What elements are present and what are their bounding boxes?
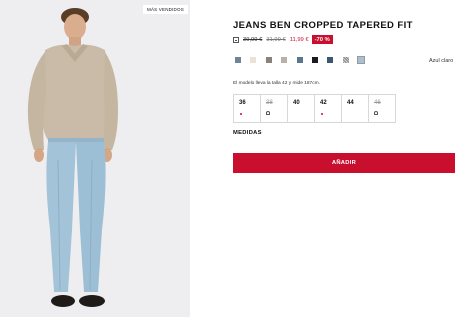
price-row: 39,99 € 31,99 € 11,99 € -70 % xyxy=(233,35,333,44)
size-label: 42 xyxy=(320,100,327,106)
size-label: 36 xyxy=(239,100,246,106)
size-label: 44 xyxy=(347,100,354,106)
size-option[interactable]: 42 xyxy=(315,95,342,122)
color-swatch[interactable] xyxy=(342,57,349,63)
product-photo[interactable]: MÁS VENDIDOS xyxy=(0,0,190,317)
color-swatches xyxy=(235,56,374,64)
size-option[interactable]: 44 xyxy=(342,95,369,122)
model-size-info: El modelo lleva la talla 42 y mide 187cm… xyxy=(233,81,320,86)
measures-link[interactable]: MEDIDAS xyxy=(233,130,262,136)
low-stock-dot-icon xyxy=(240,113,242,115)
low-stock-dot-icon xyxy=(321,113,323,115)
color-swatch[interactable] xyxy=(235,57,241,63)
product-title: JEANS BEN CROPPED TAPERED FIT xyxy=(233,20,413,31)
size-option[interactable]: 46 xyxy=(369,95,395,122)
size-option[interactable]: 38 xyxy=(261,95,288,122)
notify-bell-icon[interactable] xyxy=(266,111,270,115)
size-selector: 36 38 40 42 44 46 xyxy=(233,94,396,123)
selected-color-name: Azul claro xyxy=(429,58,454,64)
color-swatch[interactable] xyxy=(296,57,303,63)
size-label: 38 xyxy=(266,100,273,106)
add-to-cart-button[interactable]: AÑADIR xyxy=(233,153,455,173)
color-swatch[interactable] xyxy=(327,57,334,63)
bestseller-badge: MÁS VENDIDOS xyxy=(143,5,188,14)
size-option[interactable]: 40 xyxy=(288,95,315,122)
size-label: 46 xyxy=(374,100,381,106)
color-swatch[interactable] xyxy=(250,57,257,63)
color-swatch[interactable] xyxy=(357,56,366,64)
previous-price: 31,99 € xyxy=(266,36,286,43)
sale-price: 11,99 € xyxy=(289,36,309,43)
color-swatch[interactable] xyxy=(265,57,272,63)
model-illustration xyxy=(27,8,118,307)
notify-bell-icon[interactable] xyxy=(374,111,378,115)
original-price: 39,99 € xyxy=(243,36,263,43)
tag-icon[interactable] xyxy=(233,36,239,43)
size-option[interactable]: 36 xyxy=(234,95,261,122)
color-swatch[interactable] xyxy=(311,57,318,63)
size-label: 40 xyxy=(293,100,300,106)
discount-badge: -70 % xyxy=(311,35,333,44)
color-swatch[interactable] xyxy=(281,57,288,63)
